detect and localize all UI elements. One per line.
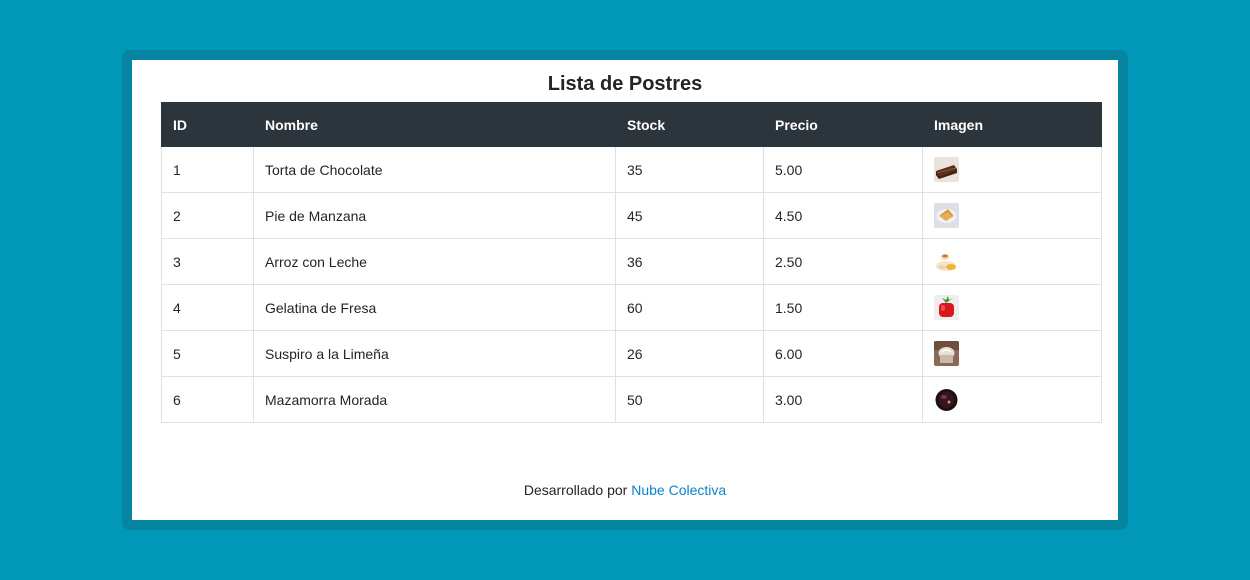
- mazamorra-morada-icon: [934, 387, 959, 412]
- cell-nombre: Torta de Chocolate: [253, 146, 616, 193]
- column-header-imagen: Imagen: [922, 102, 1102, 147]
- table-header: ID Nombre Stock Precio Imagen: [161, 102, 1102, 147]
- column-header-precio: Precio: [763, 102, 923, 147]
- footer: Desarrollado por Nube Colectiva: [132, 482, 1118, 498]
- cell-precio: 4.50: [763, 192, 923, 239]
- cell-precio: 5.00: [763, 146, 923, 193]
- nube-colectiva-link[interactable]: Nube Colectiva: [631, 482, 726, 498]
- table-row: 2 Pie de Manzana 45 4.50: [161, 192, 1102, 239]
- table-row: 5 Suspiro a la Limeña 26 6.00: [161, 330, 1102, 377]
- chocolate-cake-icon: [934, 157, 959, 182]
- column-header-nombre: Nombre: [253, 102, 616, 147]
- cell-id: 3: [161, 238, 254, 285]
- cell-nombre: Gelatina de Fresa: [253, 284, 616, 331]
- cell-stock: 45: [615, 192, 764, 239]
- table-row: 6 Mazamorra Morada 50 3.00: [161, 376, 1102, 423]
- cell-id: 1: [161, 146, 254, 193]
- rice-pudding-icon: [934, 249, 959, 274]
- cell-imagen: [922, 330, 1102, 377]
- cell-nombre: Mazamorra Morada: [253, 376, 616, 423]
- page-title: Lista de Postres: [547, 73, 703, 95]
- cell-stock: 26: [615, 330, 764, 377]
- cell-imagen: [922, 376, 1102, 423]
- table-row: 1 Torta de Chocolate 35 5.00: [161, 146, 1102, 193]
- cell-id: 6: [161, 376, 254, 423]
- cell-stock: 35: [615, 146, 764, 193]
- cell-precio: 6.00: [763, 330, 923, 377]
- table-row: 3 Arroz con Leche 36 2.50: [161, 238, 1102, 285]
- cell-imagen: [922, 284, 1102, 331]
- strawberry-jelly-icon: [934, 295, 959, 320]
- cell-stock: 36: [615, 238, 764, 285]
- cell-stock: 50: [615, 376, 764, 423]
- cell-id: 2: [161, 192, 254, 239]
- table-header-row: ID Nombre Stock Precio Imagen: [161, 102, 1102, 147]
- table-row: 4 Gelatina de Fresa 60 1.50: [161, 284, 1102, 331]
- cell-nombre: Pie de Manzana: [253, 192, 616, 239]
- footer-text: Desarrollado por: [523, 482, 628, 498]
- cell-id: 5: [161, 330, 254, 377]
- cell-id: 4: [161, 284, 254, 331]
- content-panel: Lista de Postres ID Nombre Stock Precio …: [132, 60, 1118, 520]
- cell-precio: 3.00: [763, 376, 923, 423]
- cell-imagen: [922, 238, 1102, 285]
- suspiro-limena-icon: [934, 341, 959, 366]
- apple-pie-icon: [934, 203, 959, 228]
- cell-precio: 1.50: [763, 284, 923, 331]
- column-header-id: ID: [161, 102, 254, 147]
- column-header-stock: Stock: [615, 102, 764, 147]
- cell-nombre: Arroz con Leche: [253, 238, 616, 285]
- cell-imagen: [922, 146, 1102, 193]
- cell-stock: 60: [615, 284, 764, 331]
- cell-imagen: [922, 192, 1102, 239]
- cell-nombre: Suspiro a la Limeña: [253, 330, 616, 377]
- desserts-table: ID Nombre Stock Precio Imagen 1 Torta de…: [161, 102, 1102, 423]
- cell-precio: 2.50: [763, 238, 923, 285]
